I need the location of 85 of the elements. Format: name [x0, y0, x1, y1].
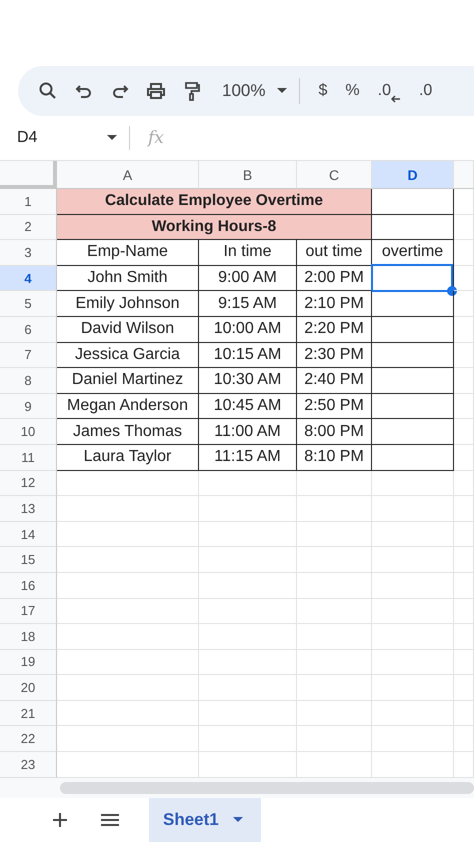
table-cell: out time [297, 240, 372, 266]
row-number[interactable]: 15 [0, 547, 57, 573]
sheet-tab[interactable]: Sheet1 [149, 798, 261, 842]
empty-cell[interactable] [372, 419, 454, 445]
table-cell: Emily Johnson [57, 291, 199, 317]
empty-cell[interactable] [372, 291, 454, 317]
title-cell: Calculate Employee Overtime [57, 189, 372, 215]
column-header[interactable]: A [57, 161, 199, 189]
table-cell: 2:50 PM [297, 394, 372, 420]
print-icon[interactable] [146, 81, 166, 101]
table-cell: In time [199, 240, 297, 266]
row-number[interactable]: 4 [0, 266, 57, 292]
menu-icon[interactable] [101, 812, 119, 827]
row-number[interactable]: 22 [0, 726, 57, 752]
paint-roller-icon[interactable] [182, 81, 202, 101]
row-number[interactable]: 9 [0, 394, 57, 420]
table-cell: 2:20 PM [297, 316, 372, 343]
percent-button[interactable]: % [341, 82, 364, 100]
row-number[interactable]: 8 [0, 368, 57, 394]
empty-cell[interactable] [372, 316, 454, 343]
table-cell: 10:45 AM [199, 394, 297, 420]
table-cell: 11:00 AM [199, 419, 297, 445]
row-number[interactable]: 6 [0, 316, 57, 343]
table-cell: John Smith [57, 266, 199, 292]
table-cell: Emp-Name [57, 240, 199, 266]
table-cell: 2:40 PM [297, 368, 372, 394]
search-icon[interactable] [38, 81, 58, 101]
select-all-corner[interactable] [0, 161, 57, 189]
table-cell: James Thomas [57, 419, 199, 445]
column-header[interactable] [454, 161, 474, 189]
row-number[interactable]: 19 [0, 650, 57, 676]
row-number[interactable]: 13 [0, 496, 57, 522]
caret-icon [107, 135, 117, 141]
column-header[interactable]: D [372, 161, 454, 189]
table-cell: 8:10 PM [297, 444, 372, 471]
table-cell: 2:00 PM [297, 266, 372, 292]
table-cell: 2:30 PM [297, 342, 372, 368]
add-sheet-icon[interactable] [52, 812, 68, 828]
row-number[interactable]: 11 [0, 444, 57, 471]
row-number[interactable]: 23 [0, 752, 57, 778]
table-cell: 9:15 AM [199, 291, 297, 317]
table-cell: 2:10 PM [297, 291, 372, 317]
title-cell: Working Hours-8 [57, 214, 372, 240]
zoom-dropdown[interactable]: 100% [218, 81, 292, 101]
function-label: fx [148, 128, 164, 148]
table-cell: 11:15 AM [199, 444, 297, 471]
column-header[interactable]: B [199, 161, 297, 189]
row-number[interactable]: 18 [0, 624, 57, 650]
table-cell: David Wilson [57, 316, 199, 343]
horizontal-scrollbar[interactable] [60, 782, 474, 794]
table-cell: Daniel Martinez [57, 368, 199, 394]
empty-cell[interactable] [372, 444, 454, 471]
row-number[interactable]: 5 [0, 291, 57, 317]
row-number[interactable]: 3 [0, 240, 57, 266]
row-number[interactable]: 7 [0, 342, 57, 368]
empty-cell[interactable] [372, 342, 454, 368]
empty-cell[interactable] [372, 394, 454, 420]
name-box[interactable]: D4 [0, 129, 129, 147]
table-cell: Megan Anderson [57, 394, 199, 420]
decrease-decimal-button[interactable]: .0 [374, 82, 405, 100]
row-number[interactable]: 2 [0, 214, 57, 240]
row-number[interactable]: 12 [0, 470, 57, 496]
table-cell: 10:00 AM [199, 316, 297, 343]
table-cell: 10:15 AM [199, 342, 297, 368]
table-cell: Jessica Garcia [57, 342, 199, 368]
table-cell: Laura Taylor [57, 444, 199, 471]
row-number[interactable]: 14 [0, 522, 57, 548]
empty-cell[interactable] [372, 368, 454, 394]
column-header[interactable]: C [297, 161, 372, 189]
arrow-icon [390, 95, 401, 103]
currency-button[interactable]: $ [314, 82, 332, 100]
row-number[interactable]: 17 [0, 598, 57, 624]
empty-cell[interactable]: overtime [372, 240, 454, 266]
caret-icon [232, 816, 243, 823]
row-number[interactable]: 1 [0, 189, 57, 215]
table-cell: overtime [382, 243, 444, 262]
table-cell: 9:00 AM [199, 266, 297, 292]
table-cell: 10:30 AM [199, 368, 297, 394]
row-number[interactable]: 10 [0, 419, 57, 445]
caret-icon [277, 88, 288, 94]
table-cell: 8:00 PM [297, 419, 372, 445]
row-number[interactable]: 20 [0, 675, 57, 701]
increase-decimal-button[interactable]: .0 [414, 82, 436, 100]
row-number[interactable]: 21 [0, 700, 57, 726]
row-number[interactable]: 16 [0, 572, 57, 598]
